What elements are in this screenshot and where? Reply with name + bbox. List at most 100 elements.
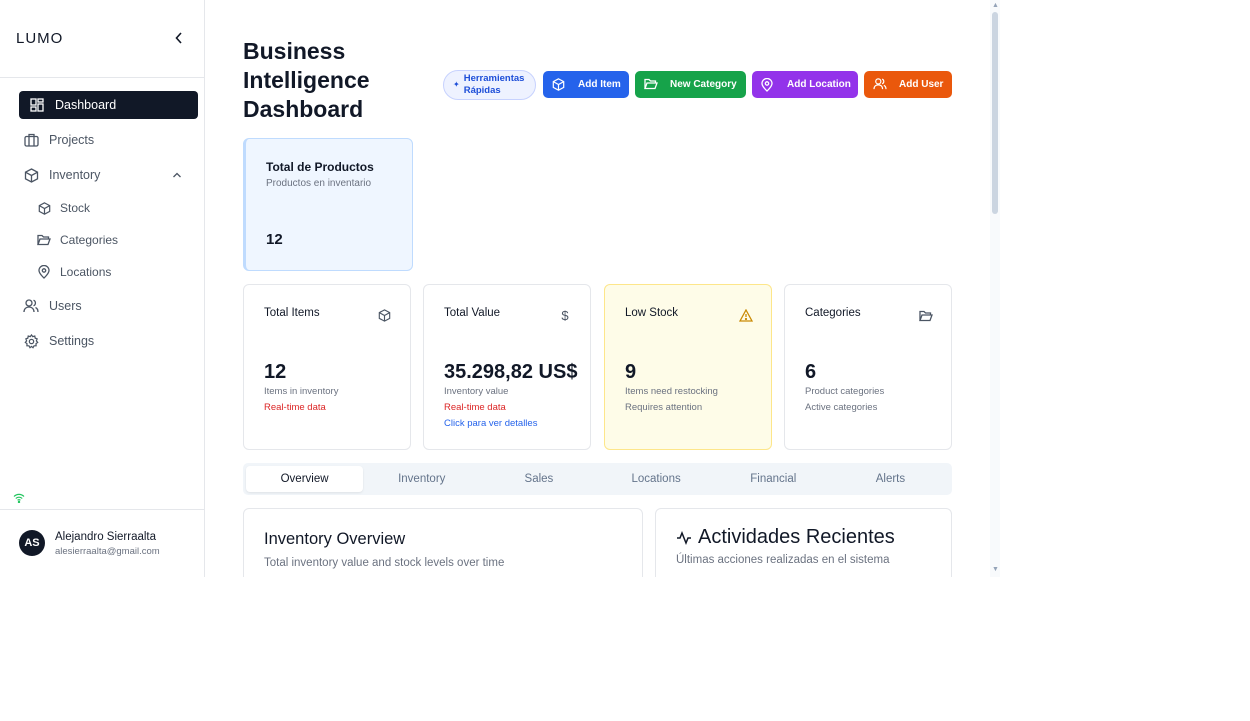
categories-card[interactable]: Categories 6 Product categories Active c… bbox=[784, 284, 952, 450]
main-content: Business Intelligence Dashboard ✦ Herram… bbox=[205, 0, 992, 577]
new-category-label: New Category bbox=[670, 79, 737, 90]
card-description: Items need restocking bbox=[625, 386, 718, 397]
total-value-card[interactable]: Total Value $ 35.298,82 US$ Inventory va… bbox=[423, 284, 591, 450]
inventory-submenu: Stock Categories Locations bbox=[19, 196, 198, 284]
alert-triangle-icon bbox=[738, 308, 754, 323]
sidebar-item-label: Users bbox=[49, 299, 82, 313]
sparkle-icon: ✦ bbox=[453, 80, 460, 89]
user-email: alesierraalta@gmail.com bbox=[55, 546, 160, 557]
card-subtitle: Productos en inventario bbox=[266, 178, 372, 189]
scroll-down-arrow[interactable]: ▼ bbox=[992, 566, 999, 573]
card-note: Active categories bbox=[805, 402, 878, 413]
low-stock-card[interactable]: Low Stock 9 Items need restocking Requir… bbox=[604, 284, 772, 450]
sidebar-item-label: Dashboard bbox=[55, 98, 117, 112]
card-description: Product categories bbox=[805, 386, 885, 397]
sidebar-nav: Dashboard Projects Inventory Stock Categ… bbox=[19, 91, 198, 362]
tab-financial[interactable]: Financial bbox=[715, 466, 832, 492]
package-icon bbox=[23, 167, 39, 183]
sidebar-item-categories[interactable]: Categories bbox=[33, 228, 198, 252]
card-value: 12 bbox=[266, 231, 283, 248]
tab-overview[interactable]: Overview bbox=[246, 466, 364, 492]
activity-icon bbox=[677, 530, 691, 545]
folder-open-icon bbox=[919, 309, 933, 323]
card-description: Items in inventory bbox=[264, 386, 339, 397]
sidebar-item-users[interactable]: Users bbox=[19, 292, 198, 320]
sidebar-item-inventory[interactable]: Inventory bbox=[19, 161, 198, 189]
sidebar-item-label: Inventory bbox=[49, 168, 101, 182]
quick-tools-label: Herramientas Rápidas bbox=[463, 73, 525, 96]
sidebar-item-locations[interactable]: Locations bbox=[33, 260, 198, 284]
panel-description: Últimas acciones realizadas en el sistem… bbox=[676, 554, 890, 566]
sidebar-item-label: Settings bbox=[49, 334, 95, 348]
dashboard-tabs: Overview Inventory Sales Locations Finan… bbox=[243, 463, 952, 495]
total-products-card[interactable]: Total de Productos Productos en inventar… bbox=[243, 138, 413, 271]
realtime-label: Real-time data bbox=[264, 402, 326, 413]
scroll-up-arrow[interactable]: ▲ bbox=[992, 2, 999, 9]
card-value: 6 bbox=[805, 361, 817, 383]
recent-activity-panel: Actividades Recientes Últimas acciones r… bbox=[655, 508, 952, 577]
dollar-icon: $ bbox=[561, 308, 569, 323]
tab-inventory[interactable]: Inventory bbox=[363, 466, 480, 492]
package-icon bbox=[552, 77, 566, 92]
sidebar-item-projects[interactable]: Projects bbox=[19, 126, 198, 154]
sidebar-item-label: Projects bbox=[49, 133, 95, 147]
user-name: Alejandro Sierraalta bbox=[55, 531, 157, 543]
app-viewport: LUMO Dashboard Projects Inventory Stock … bbox=[0, 0, 1000, 577]
realtime-label: Real-time data bbox=[444, 402, 506, 413]
sidebar: LUMO Dashboard Projects Inventory Stock … bbox=[0, 0, 205, 577]
sidebar-item-label: Categories bbox=[60, 233, 119, 247]
map-pin-icon bbox=[37, 265, 51, 279]
add-location-button[interactable]: Add Location bbox=[752, 71, 858, 98]
scrollbar-thumb[interactable] bbox=[992, 12, 998, 214]
new-category-button[interactable]: New Category bbox=[635, 71, 746, 98]
total-items-card[interactable]: Total Items 12 Items in inventory Real-t… bbox=[243, 284, 411, 450]
card-title: Categories bbox=[805, 307, 861, 319]
add-user-label: Add User bbox=[899, 79, 944, 90]
gear-icon bbox=[23, 333, 39, 349]
add-item-button[interactable]: Add Item bbox=[543, 71, 629, 98]
chevron-left-icon bbox=[175, 32, 182, 44]
avatar[interactable]: AS bbox=[19, 530, 45, 556]
chevron-up-icon bbox=[172, 168, 182, 182]
tab-alerts[interactable]: Alerts bbox=[832, 466, 949, 492]
wifi-icon bbox=[13, 490, 25, 508]
sidebar-item-label: Locations bbox=[60, 265, 112, 279]
sidebar-item-stock[interactable]: Stock bbox=[33, 196, 198, 220]
app-logo: LUMO bbox=[16, 30, 64, 47]
tab-sales[interactable]: Sales bbox=[480, 466, 597, 492]
card-title: Low Stock bbox=[625, 307, 679, 319]
details-link[interactable]: Click para ver detalles bbox=[444, 418, 537, 429]
add-user-button[interactable]: Add User bbox=[864, 71, 952, 98]
collapse-sidebar-button[interactable] bbox=[170, 28, 188, 48]
panel-title: Actividades Recientes bbox=[676, 526, 895, 549]
add-item-label: Add Item bbox=[578, 79, 621, 90]
users-icon bbox=[873, 77, 887, 92]
card-title: Total de Productos bbox=[266, 160, 374, 174]
sidebar-item-settings[interactable]: Settings bbox=[19, 327, 198, 355]
sidebar-item-dashboard[interactable]: Dashboard bbox=[19, 91, 198, 119]
page-title: Business Intelligence Dashboard bbox=[243, 38, 370, 122]
card-value: 9 bbox=[625, 361, 637, 383]
panel-title-text: Actividades Recientes bbox=[698, 526, 895, 548]
package-icon bbox=[378, 309, 392, 323]
panel-title: Inventory Overview bbox=[264, 530, 406, 548]
page-scrollbar[interactable]: ▲ ▼ bbox=[990, 0, 1000, 577]
card-title: Total Value bbox=[444, 307, 501, 319]
box-icon bbox=[37, 201, 51, 215]
card-description: Inventory value bbox=[444, 386, 509, 397]
panel-description: Total inventory value and stock levels o… bbox=[264, 557, 505, 569]
map-pin-icon bbox=[761, 77, 775, 92]
card-value: 12 bbox=[264, 361, 287, 383]
card-title: Total Items bbox=[264, 307, 320, 319]
quick-tools-badge: ✦ Herramientas Rápidas bbox=[443, 70, 536, 100]
sidebar-divider bbox=[0, 509, 204, 510]
users-icon bbox=[23, 298, 39, 314]
sidebar-divider bbox=[0, 77, 204, 78]
add-location-label: Add Location bbox=[787, 79, 851, 90]
dashboard-icon bbox=[29, 97, 45, 113]
folder-open-icon bbox=[644, 78, 658, 92]
sidebar-item-label: Stock bbox=[60, 201, 91, 215]
briefcase-icon bbox=[23, 132, 39, 148]
tab-locations[interactable]: Locations bbox=[598, 466, 715, 492]
inventory-overview-panel: Inventory Overview Total inventory value… bbox=[243, 508, 643, 577]
